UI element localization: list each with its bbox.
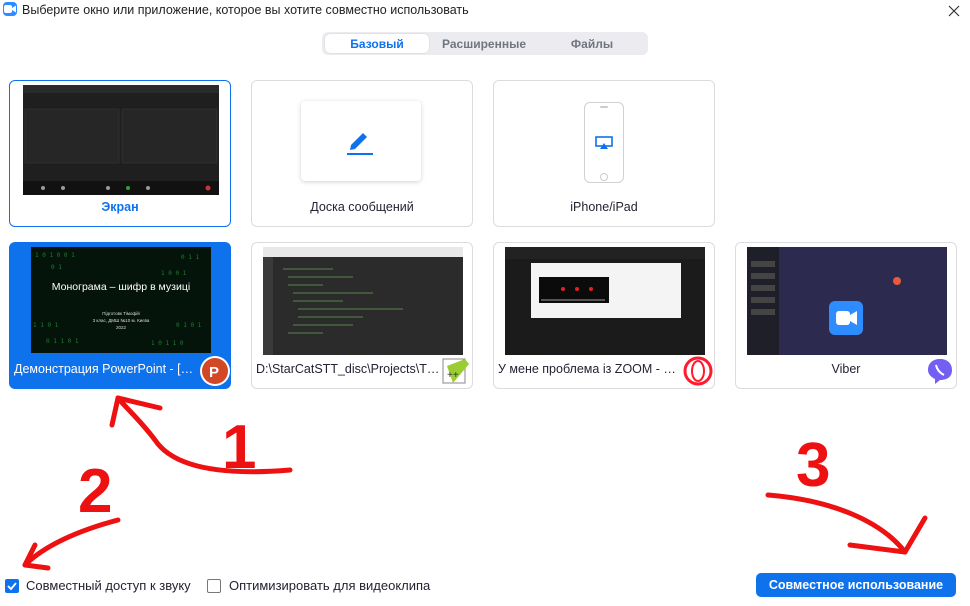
airplay-icon [595, 136, 613, 149]
share-card-iphone-ipad[interactable]: iPhone/iPad [493, 80, 715, 227]
share-card-viber[interactable]: Viber [735, 242, 957, 389]
share-card-label: Viber [831, 362, 861, 376]
svg-text:P: P [209, 364, 219, 381]
checkmark-icon [7, 582, 17, 591]
close-icon [948, 5, 960, 17]
optimize-video-label[interactable]: Оптимизировать для видеоклипа [229, 578, 430, 593]
window-title: Выберите окно или приложение, которое вы… [22, 3, 469, 17]
svg-text:0 1 1: 0 1 1 [181, 254, 199, 261]
opera-icon [683, 356, 713, 386]
whiteboard-preview [301, 101, 421, 181]
svg-text:1 0 0 1: 1 0 0 1 [161, 270, 187, 277]
share-card-whiteboard[interactable]: Доска сообщений [251, 80, 473, 227]
opera-thumbnail [505, 247, 705, 355]
powerpoint-thumbnail: 1 0 1 0 0 10 1 1 0 11 0 0 1 1 1 0 10 1 0… [31, 247, 211, 353]
share-audio-label[interactable]: Совместный доступ к звуку [26, 578, 191, 593]
share-card-label: iPhone/iPad [570, 200, 638, 214]
tab-basic[interactable]: Базовый [325, 34, 429, 53]
svg-text:0 1 1 0 1: 0 1 1 0 1 [46, 338, 79, 345]
slide-title: Монограма – шифр в музиці [51, 281, 191, 293]
svg-text:0 1: 0 1 [51, 264, 62, 271]
viber-thumbnail [747, 247, 947, 355]
share-card-label: Демонстрация PowerPoint - [Ш... [14, 362, 199, 376]
share-audio-checkbox[interactable] [5, 579, 19, 593]
notepad-thumbnail [263, 247, 463, 355]
slide-line: 2022 [115, 325, 126, 330]
svg-text:1 0 1 0 0 1: 1 0 1 0 0 1 [35, 252, 75, 259]
phone-preview [584, 102, 624, 183]
share-card-label: Доска сообщений [310, 200, 414, 214]
powerpoint-icon: P [200, 356, 230, 386]
tab-advanced[interactable]: Расширенные [432, 34, 536, 53]
share-card-label: У мене проблема із ZOOM - Op... [498, 362, 683, 376]
slide-line: Підготовк Тімофій [102, 311, 140, 316]
annotation-number-3: 3 [796, 431, 830, 500]
close-button[interactable] [942, 0, 966, 22]
svg-text:1 0 1 1 0: 1 0 1 1 0 [151, 340, 184, 347]
annotation-number-1: 1 [222, 413, 256, 482]
notepad-plus-plus-icon: ++ [441, 356, 471, 386]
share-card-screen[interactable]: Экран [9, 80, 231, 227]
title-bar: Выберите окно или приложение, которое вы… [0, 0, 970, 22]
screen-thumbnail [23, 85, 219, 195]
svg-text:++: ++ [447, 370, 459, 381]
viber-icon [925, 356, 955, 386]
tab-bar: Базовый Расширенные Файлы [322, 32, 648, 55]
share-card-opera[interactable]: У мене проблема із ZOOM - Op... [493, 242, 715, 389]
optimize-video-checkbox[interactable] [207, 579, 221, 593]
share-card-powerpoint[interactable]: 1 0 1 0 0 10 1 1 0 11 0 0 1 1 1 0 10 1 0… [9, 242, 231, 389]
share-button[interactable]: Совместное использование [756, 573, 956, 597]
annotation-arrow-3 [765, 492, 908, 555]
slide-line: 3 клас, ДМШ №10 м. Києва [92, 318, 150, 323]
zoom-camera-icon [3, 2, 17, 16]
share-card-label: Экран [101, 200, 139, 214]
annotation-arrow-2 [22, 517, 121, 568]
share-card-notepad[interactable]: D:\StarCatSTT_disc\Projects\TheL... ++ [251, 242, 473, 389]
annotation-arrow-1 [115, 395, 293, 475]
tab-files[interactable]: Файлы [540, 34, 644, 53]
pen-icon [347, 133, 373, 155]
share-card-label: D:\StarCatSTT_disc\Projects\TheL... [256, 362, 441, 376]
annotation-number-2: 2 [78, 457, 112, 526]
